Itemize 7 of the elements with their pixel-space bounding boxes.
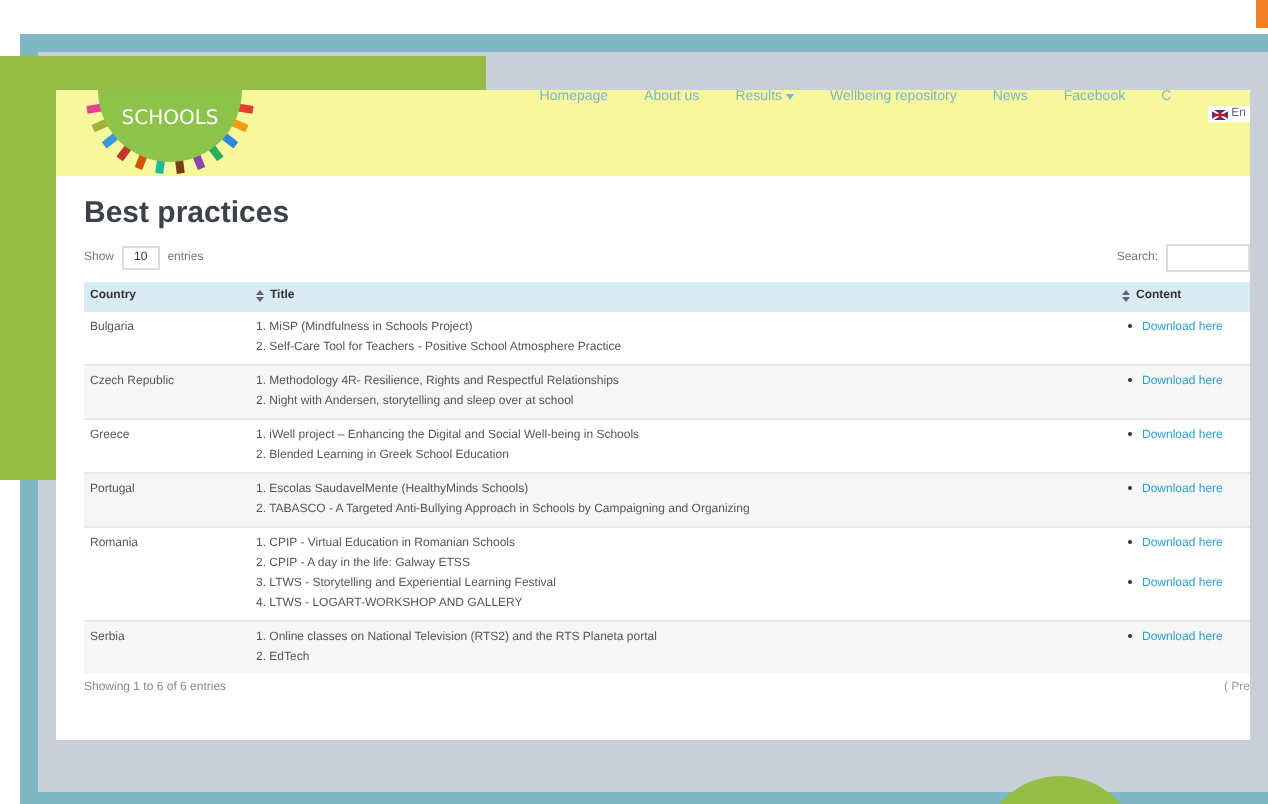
sort-icon[interactable] (256, 290, 264, 302)
sort-icon[interactable] (1122, 290, 1130, 302)
flag-icon (1211, 109, 1228, 119)
caret-icon (786, 94, 795, 100)
page-title: Best practices (84, 196, 292, 230)
corner-shape (1256, 0, 1268, 28)
search-field[interactable] (1166, 244, 1250, 272)
